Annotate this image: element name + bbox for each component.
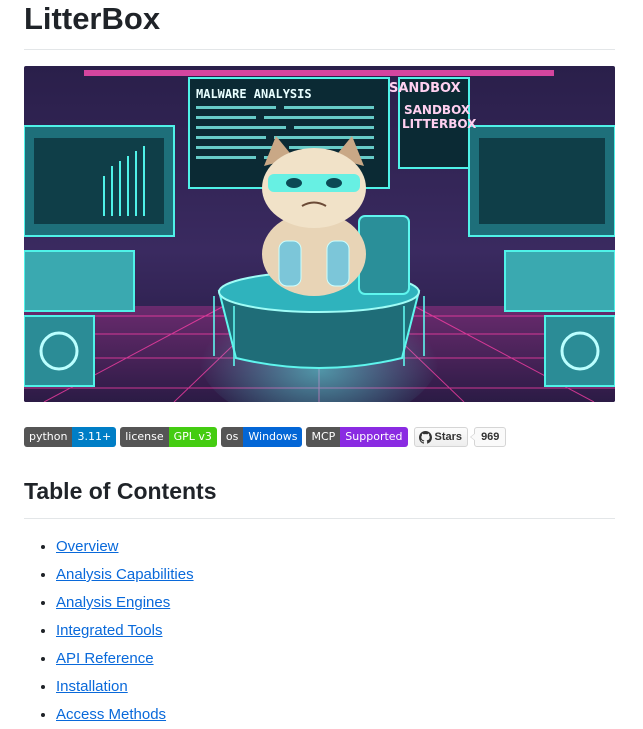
list-item: Analysis Engines <box>56 589 615 617</box>
banner-label-right-2: SANDBOX <box>404 103 471 117</box>
github-stars-badge[interactable]: Stars 969 <box>413 427 507 447</box>
badge-value: Windows <box>243 427 303 447</box>
toc-link-analysis-capabilities[interactable]: Analysis Capabilities <box>56 566 194 583</box>
toc-link-analysis-engines[interactable]: Analysis Engines <box>56 594 170 611</box>
toc-link-access-methods[interactable]: Access Methods <box>56 706 166 723</box>
toc-heading: Table of Contents <box>24 475 615 519</box>
toc-link-overview[interactable]: Overview <box>56 538 119 555</box>
banner-label-right-3: LITTERBOX <box>402 117 477 131</box>
github-icon <box>418 430 432 444</box>
page-title: LitterBox <box>24 0 615 50</box>
list-item: API Reference <box>56 645 615 673</box>
badge-value: 3.11+ <box>72 427 117 447</box>
list-item: Analysis Capabilities <box>56 561 615 589</box>
badge-label: MCP <box>306 427 341 447</box>
list-item: Installation <box>56 673 615 701</box>
badge-label: os <box>220 427 244 447</box>
banner-label-right-1: SANDBOX <box>389 81 461 96</box>
badge-label: python <box>24 427 73 447</box>
badge-value: Supported <box>340 427 408 447</box>
banner-image: MALWARE ANALYSIS SANDBOX SANDBOX LITTERB… <box>24 66 615 402</box>
badge-row: python 3.11+ license GPL v3 os Windows M… <box>24 427 615 447</box>
toc-link-api-reference[interactable]: API Reference <box>56 650 154 667</box>
github-stars-count[interactable]: 969 <box>470 427 507 447</box>
banner-label-left: MALWARE ANALYSIS <box>196 87 312 101</box>
badge-label: license <box>120 427 169 447</box>
toc-link-installation[interactable]: Installation <box>56 678 128 695</box>
list-item: Access Methods <box>56 701 615 729</box>
os-badge[interactable]: os Windows <box>220 427 303 447</box>
toc-list: Overview Analysis Capabilities Analysis … <box>24 533 615 729</box>
list-item: Overview <box>56 533 615 561</box>
license-badge[interactable]: license GPL v3 <box>120 427 217 447</box>
mcp-badge[interactable]: MCP Supported <box>306 427 408 447</box>
list-item: Integrated Tools <box>56 617 615 645</box>
github-stars-button[interactable]: Stars <box>413 427 469 447</box>
badge-value: GPL v3 <box>168 427 217 447</box>
python-version-badge[interactable]: python 3.11+ <box>24 427 117 447</box>
readme-page: LitterBox MALWARE ANALYSIS SANDBOX SANDB… <box>0 0 643 729</box>
toc-link-integrated-tools[interactable]: Integrated Tools <box>56 622 162 639</box>
github-stars-label: Stars <box>434 431 463 443</box>
